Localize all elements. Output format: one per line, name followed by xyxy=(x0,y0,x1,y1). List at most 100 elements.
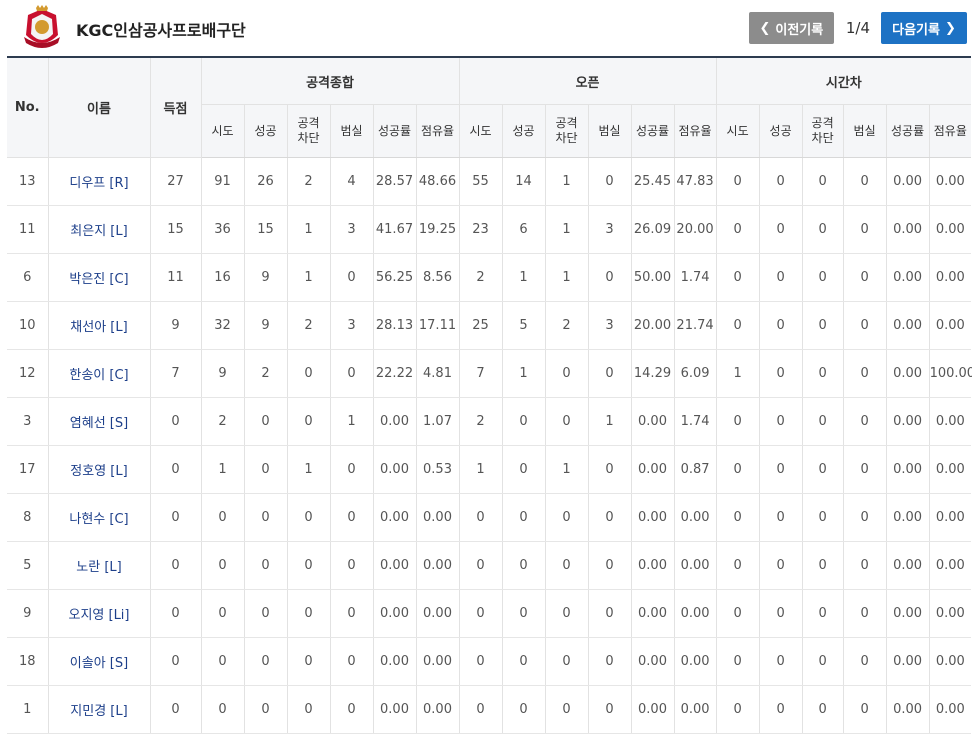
cell-score: 11 xyxy=(150,253,202,302)
cell-g3-attempts: 0 xyxy=(716,253,760,302)
cell-no: 11 xyxy=(7,205,49,254)
cell-g2-attempts: 0 xyxy=(459,541,503,590)
cell-g3-share: 0.00 xyxy=(929,205,972,254)
cell-g1-attempts: 1 xyxy=(201,445,245,494)
group-header-open: 오픈 xyxy=(459,57,717,105)
cell-no: 10 xyxy=(7,301,49,350)
page-title: KGC인삼공사프로배구단 xyxy=(76,21,246,40)
cell-g3-share: 0.00 xyxy=(929,637,972,686)
cell-g1-share: 8.56 xyxy=(416,253,460,302)
player-name-link[interactable]: 정호영 [L] xyxy=(48,445,151,494)
cell-no: 9 xyxy=(7,589,49,638)
cell-g3-blocked: 0 xyxy=(802,205,844,254)
cell-score: 27 xyxy=(150,157,202,206)
cell-g3-success-rate: 0.00 xyxy=(886,589,930,638)
cell-g3-blocked: 0 xyxy=(802,493,844,542)
cell-g3-success: 0 xyxy=(759,493,803,542)
cell-g2-errors: 0 xyxy=(588,637,632,686)
sub-header-success-rate: 성공률 xyxy=(886,104,930,158)
cell-g1-share: 0.00 xyxy=(416,541,460,590)
cell-g1-success: 15 xyxy=(244,205,288,254)
cell-g2-blocked: 1 xyxy=(545,205,589,254)
prev-record-button[interactable]: ❮ 이전기록 xyxy=(748,12,834,44)
cell-g1-blocked: 0 xyxy=(287,685,331,734)
cell-g2-success: 0 xyxy=(502,685,546,734)
record-pagination: ❮ 이전기록 1/4 다음기록 ❯ xyxy=(748,12,967,44)
player-name-link[interactable]: 디우프 [R] xyxy=(48,157,151,206)
cell-g2-blocked: 2 xyxy=(545,301,589,350)
cell-g3-success-rate: 0.00 xyxy=(886,349,930,398)
sub-header-success: 성공 xyxy=(244,104,288,158)
cell-g1-success: 2 xyxy=(244,349,288,398)
next-record-button[interactable]: 다음기록 ❯ xyxy=(881,12,967,44)
cell-g3-share: 0.00 xyxy=(929,301,972,350)
cell-g2-blocked: 0 xyxy=(545,685,589,734)
cell-g1-blocked: 1 xyxy=(287,445,331,494)
cell-g2-blocked: 0 xyxy=(545,397,589,446)
cell-g3-share: 100.00 xyxy=(929,349,972,398)
cell-g1-success-rate: 56.25 xyxy=(373,253,417,302)
player-name-link[interactable]: 오지영 [Li] xyxy=(48,589,151,638)
cell-g3-share: 0.00 xyxy=(929,253,972,302)
cell-g3-attempts: 1 xyxy=(716,349,760,398)
player-name-link[interactable]: 염혜선 [S] xyxy=(48,397,151,446)
cell-g2-share: 47.83 xyxy=(674,157,717,206)
player-name-link[interactable]: 나현수 [C] xyxy=(48,493,151,542)
cell-g3-success-rate: 0.00 xyxy=(886,493,930,542)
player-name-link[interactable]: 박은진 [C] xyxy=(48,253,151,302)
cell-g2-errors: 0 xyxy=(588,493,632,542)
player-name-link[interactable]: 최은지 [L] xyxy=(48,205,151,254)
cell-g3-attempts: 0 xyxy=(716,205,760,254)
cell-g2-errors: 0 xyxy=(588,541,632,590)
cell-g1-attempts: 0 xyxy=(201,637,245,686)
cell-g3-blocked: 0 xyxy=(802,157,844,206)
cell-g2-success: 5 xyxy=(502,301,546,350)
cell-g2-attempts: 7 xyxy=(459,349,503,398)
cell-g1-share: 19.25 xyxy=(416,205,460,254)
cell-g1-errors: 0 xyxy=(330,685,374,734)
cell-g1-attempts: 91 xyxy=(201,157,245,206)
cell-g1-success-rate: 28.13 xyxy=(373,301,417,350)
table-row: 17 정호영 [L] 0 1 0 1 0 0.00 0.53 1 0 1 0 0.00 0.87 0 0 0 0 0.… xyxy=(7,445,972,494)
cell-g2-share: 21.74 xyxy=(674,301,717,350)
cell-g2-attempts: 2 xyxy=(459,253,503,302)
cell-g1-blocked: 2 xyxy=(287,157,331,206)
player-name-link[interactable]: 이솔아 [S] xyxy=(48,637,151,686)
cell-g3-attempts: 0 xyxy=(716,685,760,734)
cell-g2-share: 0.00 xyxy=(674,493,717,542)
cell-g2-success: 0 xyxy=(502,493,546,542)
player-name-link[interactable]: 지민경 [L] xyxy=(48,685,151,734)
cell-g1-success: 0 xyxy=(244,493,288,542)
cell-g1-share: 0.00 xyxy=(416,589,460,638)
cell-g2-attempts: 0 xyxy=(459,493,503,542)
table-row: 10 채선아 [L] 9 32 9 2 3 28.13 17.11 25 5 2 3 20.00 21.74… xyxy=(7,301,972,350)
cell-g3-success-rate: 0.00 xyxy=(886,541,930,590)
cell-g3-blocked: 0 xyxy=(802,637,844,686)
cell-g1-share: 0.53 xyxy=(416,445,460,494)
cell-g2-success-rate: 0.00 xyxy=(631,637,675,686)
cell-g1-attempts: 32 xyxy=(201,301,245,350)
cell-g1-attempts: 0 xyxy=(201,685,245,734)
cell-g3-share: 0.00 xyxy=(929,493,972,542)
cell-g1-success-rate: 28.57 xyxy=(373,157,417,206)
next-record-label: 다음기록 xyxy=(892,22,940,38)
player-name-link[interactable]: 한송이 [C] xyxy=(48,349,151,398)
cell-g3-errors: 0 xyxy=(843,205,887,254)
group-header-attack-total: 공격종합 xyxy=(201,57,460,105)
cell-score: 0 xyxy=(150,589,202,638)
sub-header-attempts: 시도 xyxy=(716,104,760,158)
cell-g3-errors: 0 xyxy=(843,349,887,398)
table-row: 8 나현수 [C] 0 0 0 0 0 0.00 0.00 0 0 0 0 0.00 0.00 0 0 0 0 0.0… xyxy=(7,493,972,542)
cell-g3-blocked: 0 xyxy=(802,589,844,638)
cell-g2-attempts: 1 xyxy=(459,445,503,494)
team-logo xyxy=(24,5,60,48)
player-name-link[interactable]: 채선아 [L] xyxy=(48,301,151,350)
cell-g3-success: 0 xyxy=(759,637,803,686)
cell-g1-success-rate: 0.00 xyxy=(373,637,417,686)
player-name-link[interactable]: 노란 [L] xyxy=(48,541,151,590)
cell-g2-success-rate: 25.45 xyxy=(631,157,675,206)
cell-g2-errors: 3 xyxy=(588,205,632,254)
cell-g3-success: 0 xyxy=(759,397,803,446)
cell-g2-success: 14 xyxy=(502,157,546,206)
cell-score: 9 xyxy=(150,301,202,350)
